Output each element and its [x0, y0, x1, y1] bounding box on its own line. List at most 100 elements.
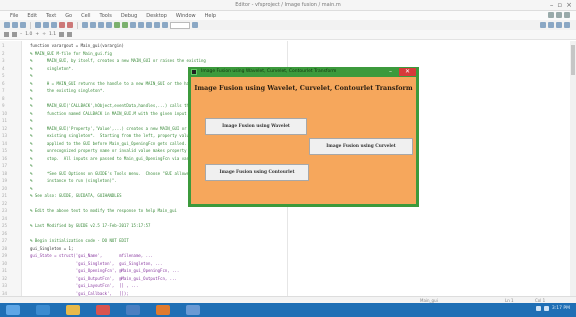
code-line[interactable]: % MAIN_GUI M-file for Main_gui.fig: [30, 51, 112, 56]
clock[interactable]: 3:17 PM: [552, 306, 570, 311]
exit-debug-icon[interactable]: [162, 22, 168, 28]
code-line[interactable]: % Last Modified by GUIDE v2.5 17-Feb-201…: [30, 223, 150, 228]
code-line[interactable]: 'gui_OutputFcn', @Main_gui_OutputFcn, ..…: [30, 276, 177, 281]
code-line[interactable]: % Edit the above text to modify the resp…: [30, 208, 177, 213]
code-line[interactable]: %: [30, 163, 32, 168]
menu-item[interactable]: File: [10, 13, 18, 19]
run-icon[interactable]: [122, 22, 128, 28]
close-icon[interactable]: ×: [566, 1, 572, 9]
volume-icon[interactable]: [543, 306, 549, 311]
menu-item[interactable]: Debug: [121, 13, 137, 19]
open-file-icon[interactable]: [12, 22, 18, 28]
code-line[interactable]: gui_Singleton = 1;: [30, 246, 73, 251]
menu-item[interactable]: Go: [65, 13, 72, 19]
tile-icon[interactable]: [540, 22, 546, 28]
continue-icon[interactable]: [154, 22, 160, 28]
code-line[interactable]: %: [30, 96, 32, 101]
code-line[interactable]: % Begin initialization code - DO NOT EDI…: [30, 238, 129, 243]
redo-icon[interactable]: [67, 22, 73, 28]
code-line[interactable]: % applied to the GUI before Main_gui_Ope…: [30, 141, 196, 146]
close-panel-icon[interactable]: [564, 12, 570, 18]
menu-item[interactable]: Edit: [27, 13, 37, 19]
code-line[interactable]: % singleton*.: [30, 66, 73, 71]
step-out-icon[interactable]: [146, 22, 152, 28]
dock-icon[interactable]: [548, 12, 554, 18]
new-file-icon[interactable]: [4, 22, 10, 28]
wavelet-fusion-button[interactable]: Image Fusion using Wavelet: [205, 118, 307, 135]
cell-minus-label[interactable]: –: [20, 32, 22, 37]
code-line[interactable]: % MAIN_GUI, by itself, creates a new MAI…: [30, 58, 206, 63]
save-icon[interactable]: [20, 22, 26, 28]
cell-zoom-value[interactable]: 1.0: [25, 32, 32, 37]
code-line[interactable]: % the existing singleton*.: [30, 88, 105, 93]
cut-icon[interactable]: [35, 22, 41, 28]
back-icon[interactable]: [98, 22, 104, 28]
stack-dropdown[interactable]: [170, 21, 190, 29]
breakpoint-icon[interactable]: [114, 22, 120, 28]
code-line[interactable]: % function named CALLBACK in MAIN_GUI.M …: [30, 111, 213, 116]
forward-icon[interactable]: [106, 22, 112, 28]
maximize-doc-icon[interactable]: [564, 22, 570, 28]
code-line[interactable]: % *See GUI Options on GUIDE's Tools menu…: [30, 171, 211, 176]
cell-extra-icon[interactable]: [67, 32, 73, 37]
menu-item[interactable]: Help: [205, 13, 216, 19]
code-line[interactable]: % See also: GUIDE, GUIDATA, GUIHANDLES: [30, 193, 122, 198]
network-icon[interactable]: [535, 306, 541, 311]
dialog-close-button[interactable]: ✕: [399, 68, 416, 76]
contourlet-fusion-button[interactable]: Image Fusion using Contourlet: [205, 164, 309, 181]
code-line[interactable]: % H = MAIN_GUI returns the handle to a n…: [30, 81, 206, 86]
code-line[interactable]: % MAIN_GUI('Property','Value',...) creat…: [30, 126, 213, 131]
maximize-icon[interactable]: ▫: [557, 1, 562, 9]
copy-icon[interactable]: [43, 22, 49, 28]
code-line[interactable]: % stop. All inputs are passed to Main_gu…: [30, 156, 203, 161]
menu-item[interactable]: Desktop: [146, 13, 167, 19]
word-icon[interactable]: [126, 305, 140, 315]
code-line[interactable]: % instance to run (singleton)".: [30, 178, 117, 183]
step-in-icon[interactable]: [138, 22, 144, 28]
minimize-icon[interactable]: –: [550, 1, 554, 9]
bookmark-icon[interactable]: [90, 22, 96, 28]
code-line[interactable]: %: [30, 73, 32, 78]
function-icon[interactable]: [192, 22, 198, 28]
code-line[interactable]: gui_State = struct('gui_Name', mfilename…: [30, 253, 153, 258]
explorer-icon[interactable]: [66, 305, 80, 315]
code-line[interactable]: % MAIN_GUI('CALLBACK',hObject,eventData,…: [30, 103, 206, 108]
paste-icon[interactable]: [51, 22, 57, 28]
editor-scrollbar[interactable]: [570, 41, 576, 301]
menu-item[interactable]: Tools: [99, 13, 111, 19]
split-icon[interactable]: [548, 22, 554, 28]
line-number: 25: [2, 223, 8, 228]
undock-icon[interactable]: [556, 12, 562, 18]
figure-icon[interactable]: [186, 305, 200, 315]
cell-plus-label[interactable]: +: [35, 32, 39, 37]
start-icon[interactable]: [6, 305, 20, 315]
step-icon[interactable]: [130, 22, 136, 28]
code-line[interactable]: 'gui_LayoutFcn', [] , ...: [30, 283, 139, 288]
code-line[interactable]: 'gui_Singleton', gui_Singleton, ...: [30, 261, 163, 266]
code-line[interactable]: 'gui_Callback', []);: [30, 291, 129, 296]
dialog-minimize-button[interactable]: –: [386, 68, 395, 76]
scrollbar-thumb[interactable]: [571, 45, 575, 75]
menu-item[interactable]: Text: [46, 13, 56, 19]
menu-item[interactable]: Window: [176, 13, 196, 19]
line-number: 23: [2, 208, 8, 213]
cell-divide-label[interactable]: ÷: [42, 32, 46, 37]
ie-icon[interactable]: [36, 305, 50, 315]
code-line[interactable]: 'gui_OpeningFcn', @Main_gui_OpeningFcn, …: [30, 268, 180, 273]
undo-icon[interactable]: [59, 22, 65, 28]
curvelet-fusion-button[interactable]: Image Fusion using Curvelet: [309, 138, 413, 155]
code-line[interactable]: function varargout = Main_gui(varargin): [30, 43, 124, 48]
cell-advance-icon[interactable]: [12, 32, 17, 37]
cell-percent-icon[interactable]: [59, 32, 65, 37]
line-number: 15: [2, 148, 8, 153]
float-icon[interactable]: [556, 22, 562, 28]
matlab-icon[interactable]: [156, 305, 170, 315]
cell-increment-value[interactable]: 1.1: [49, 32, 56, 37]
cell-eval-icon[interactable]: [4, 32, 9, 37]
dialog-titlebar[interactable]: Image Fusion using Wavelet, Curvelet, Co…: [188, 67, 419, 77]
menu-item[interactable]: Cell: [81, 13, 90, 19]
media-icon[interactable]: [96, 305, 110, 315]
find-icon[interactable]: [82, 22, 88, 28]
code-line[interactable]: %: [30, 118, 32, 123]
code-line[interactable]: %: [30, 186, 32, 191]
